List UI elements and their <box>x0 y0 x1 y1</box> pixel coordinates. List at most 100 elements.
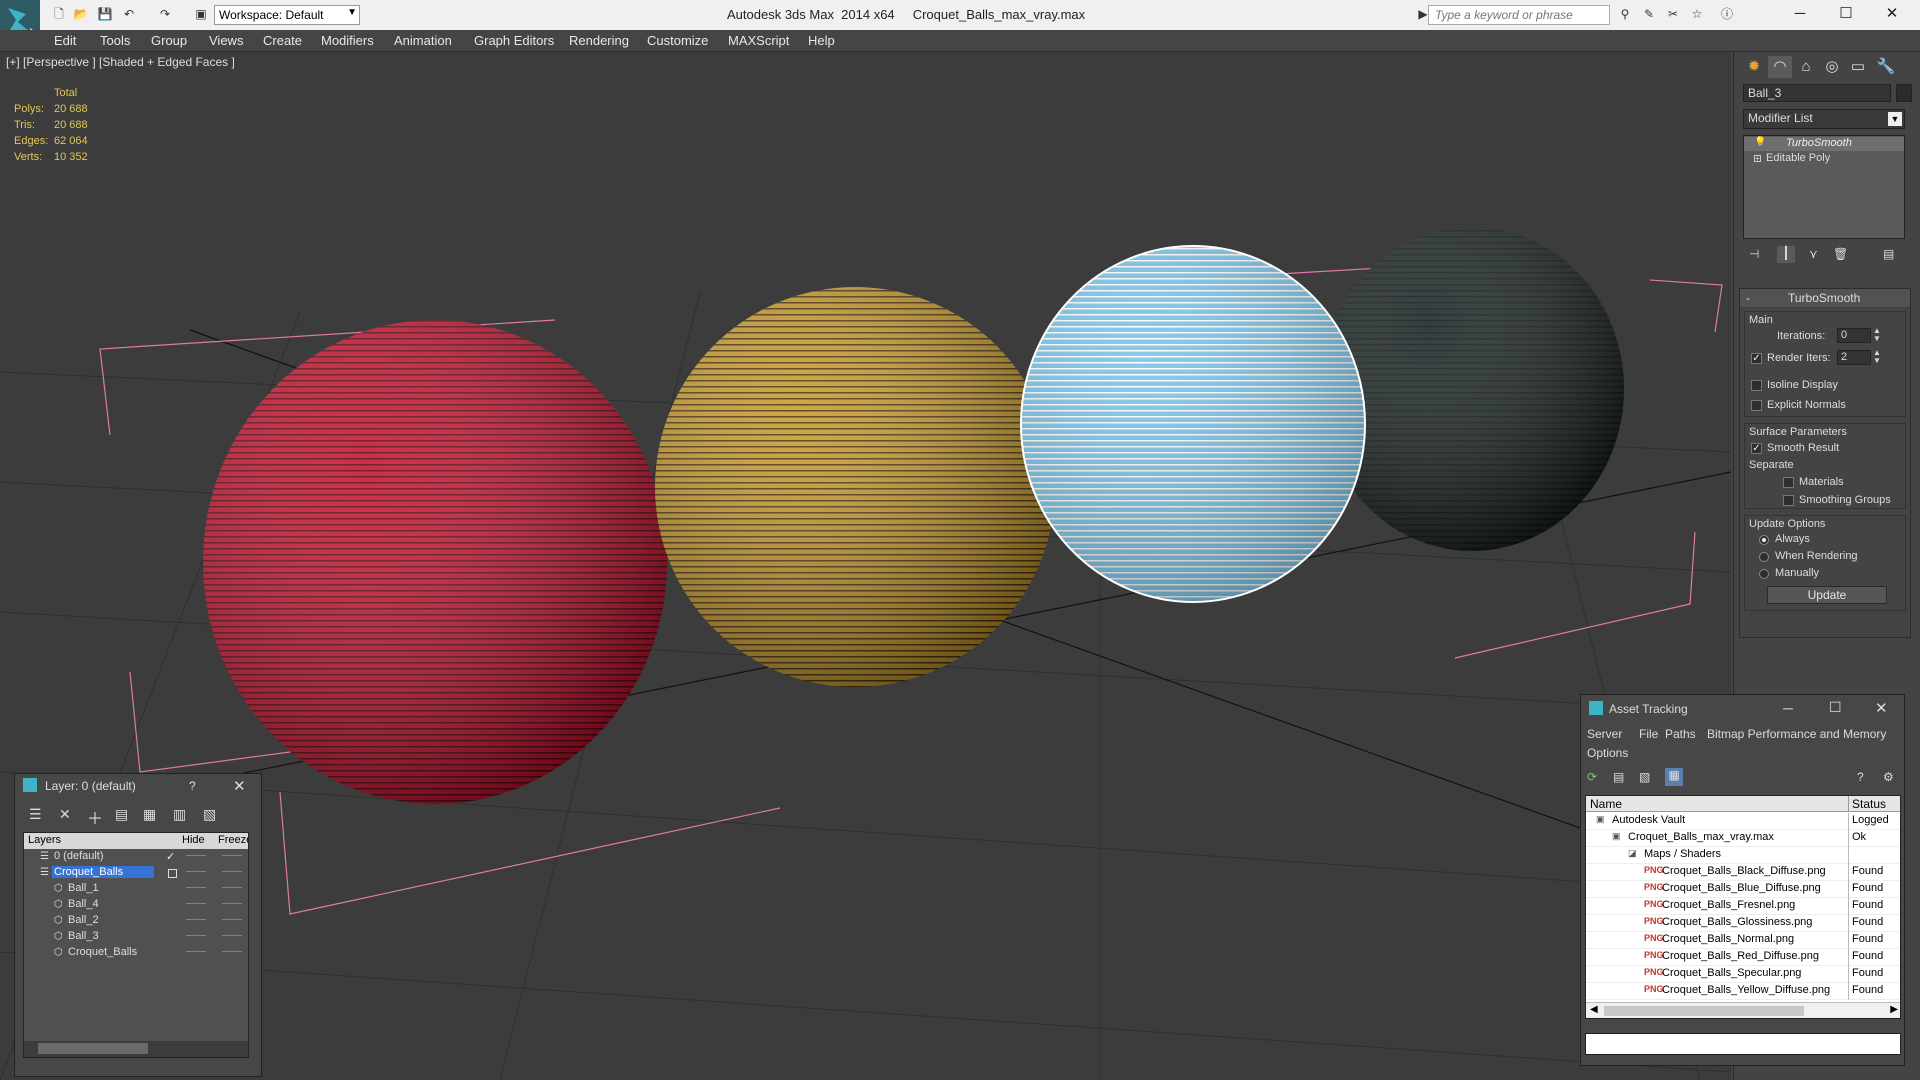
asset-row[interactable]: ▣ Autodesk Vault Logged <box>1586 813 1900 830</box>
col-status[interactable]: Status <box>1852 797 1886 811</box>
freeze-toggle[interactable]: —— <box>222 898 242 909</box>
asset-row[interactable]: PNG Croquet_Balls_Black_Diffuse.png Found <box>1586 864 1900 881</box>
menu-create[interactable]: Create <box>263 33 302 48</box>
layer-row[interactable]: ⬡ Ball_2 —— —— <box>24 914 248 930</box>
hide-toggle[interactable]: —— <box>186 946 206 957</box>
isoline-display-checkbox[interactable] <box>1751 380 1762 391</box>
hierarchy-tab-icon[interactable]: ⌂ <box>1794 56 1818 78</box>
layer-row[interactable]: ⬡ Ball_3 —— —— <box>24 930 248 946</box>
object-color-swatch[interactable] <box>1896 84 1912 102</box>
undo-icon[interactable]: ↶ <box>120 6 138 22</box>
hide-toggle[interactable]: —— <box>186 850 206 861</box>
freeze-toggle[interactable]: —— <box>222 866 242 877</box>
asset-path-field[interactable] <box>1585 1033 1901 1055</box>
materials-checkbox[interactable] <box>1783 477 1794 488</box>
layer-window-titlebar[interactable]: Layer: 0 (default) ? ✕ <box>15 774 261 798</box>
maximize-icon[interactable]: ☐ <box>1829 699 1842 716</box>
menu-customize[interactable]: Customize <box>647 33 708 48</box>
remove-modifier-icon[interactable]: 🗑 <box>1833 247 1848 261</box>
motion-tab-icon[interactable]: ◎ <box>1820 56 1844 78</box>
make-unique-icon[interactable]: ⋎ <box>1809 247 1818 261</box>
thumbnail-icon[interactable]: ▧ <box>1639 770 1650 784</box>
perspective-viewport[interactable]: [+] [Perspective ] [Shaded + Edged Faces… <box>0 52 1731 1080</box>
help-icon[interactable]: ⓘ <box>1718 6 1736 22</box>
asset-row[interactable]: PNG Croquet_Balls_Glossiness.png Found <box>1586 915 1900 932</box>
menu-file[interactable]: File <box>1639 727 1658 741</box>
hide-toggle[interactable]: —— <box>186 866 206 877</box>
subscription-icon[interactable]: ✎ <box>1640 6 1658 22</box>
freeze-toggle[interactable]: —— <box>222 850 242 861</box>
close-icon[interactable]: ✕ <box>1875 699 1888 717</box>
object-name-field[interactable]: Ball_3 <box>1743 84 1891 102</box>
layer-row[interactable]: ☰ 0 (default) —— —— ✓ <box>24 850 248 866</box>
freeze-all-icon[interactable]: ▧ <box>203 806 216 823</box>
freeze-toggle[interactable]: —— <box>222 946 242 957</box>
minimize-icon[interactable]: ─ <box>1778 2 1822 26</box>
configure-sets-icon[interactable]: ▤ <box>1883 247 1894 261</box>
stack-item-editable-poly[interactable]: + Editable Poly <box>1744 152 1904 166</box>
layer-scrollbar[interactable] <box>24 1041 248 1057</box>
asset-row[interactable]: PNG Croquet_Balls_Normal.png Found <box>1586 932 1900 949</box>
new-file-icon[interactable]: 🗋 <box>50 6 68 22</box>
expand-plus-icon[interactable]: + <box>1754 155 1761 163</box>
display-tab-icon[interactable]: ▭ <box>1846 56 1870 78</box>
favorites-star-icon[interactable]: ☆ <box>1688 6 1706 22</box>
menu-server[interactable]: Server <box>1587 727 1622 741</box>
utilities-tab-icon[interactable]: 🔧 <box>1874 56 1898 78</box>
always-radio[interactable] <box>1759 535 1769 545</box>
ball-red[interactable] <box>203 320 667 804</box>
freeze-toggle[interactable]: —— <box>222 930 242 941</box>
close-icon[interactable]: ✕ <box>1870 2 1914 26</box>
iterations-spinner[interactable]: 0 <box>1837 328 1871 343</box>
help-icon[interactable]: ? <box>189 779 196 793</box>
menu-group[interactable]: Group <box>151 33 187 48</box>
asset-row[interactable]: PNG Croquet_Balls_Yellow_Diffuse.png Found <box>1586 983 1900 1000</box>
render-iters-spinner[interactable]: 2 <box>1837 350 1871 365</box>
layer-row[interactable]: ⬡ Ball_1 —— —— <box>24 882 248 898</box>
search-input[interactable]: Type a keyword or phrase <box>1428 5 1610 25</box>
redo-icon[interactable]: ↷ <box>156 6 174 22</box>
manually-radio[interactable] <box>1759 569 1769 579</box>
spinner-arrows-icon[interactable]: ▲ ▼ <box>1873 349 1881 365</box>
help-icon[interactable]: ? <box>1857 770 1864 784</box>
communication-icon[interactable]: ✂ <box>1664 6 1682 22</box>
asset-row[interactable]: PNG Croquet_Balls_Specular.png Found <box>1586 966 1900 983</box>
asset-row[interactable]: ◪ Maps / Shaders <box>1586 847 1900 864</box>
menu-animation[interactable]: Animation <box>394 33 452 48</box>
modifier-list-dropdown[interactable]: Modifier List ▼ <box>1743 109 1905 129</box>
rollout-header[interactable]: - TurboSmooth <box>1740 289 1910 307</box>
menu-rendering[interactable]: Rendering <box>569 33 629 48</box>
close-icon[interactable]: ✕ <box>233 777 246 795</box>
minimize-icon[interactable]: ─ <box>1783 700 1793 716</box>
asset-scrollbar[interactable]: ◀ ▶ <box>1586 1002 1900 1018</box>
render-iters-checkbox[interactable]: ✓ <box>1751 353 1762 364</box>
freeze-toggle[interactable]: —— <box>222 914 242 925</box>
menu-paths[interactable]: Paths <box>1665 727 1696 741</box>
update-button[interactable]: Update <box>1767 586 1887 604</box>
select-objects-icon[interactable]: ▤ <box>115 806 128 823</box>
hide-toggle[interactable]: —— <box>186 930 206 941</box>
viewport-label[interactable]: [+] [Perspective ] [Shaded + Edged Faces… <box>6 55 235 69</box>
current-layer-check-icon[interactable]: ✓ <box>166 850 175 863</box>
settings-icon[interactable]: ⚙ <box>1883 770 1894 784</box>
binoculars-icon[interactable]: ⚲ <box>1616 6 1634 22</box>
explicit-normals-checkbox[interactable] <box>1751 400 1762 411</box>
delete-layer-icon[interactable]: ✕ <box>59 806 71 823</box>
layer-row[interactable]: ☰ Croquet_Balls —— —— <box>24 866 248 882</box>
col-hide[interactable]: Hide <box>182 834 205 846</box>
create-layer-icon[interactable]: ☰ <box>29 806 42 823</box>
layer-row[interactable]: ⬡ Ball_4 —— —— <box>24 898 248 914</box>
show-end-result-icon[interactable]: ┃ <box>1777 246 1795 263</box>
table-view-icon[interactable]: ▦ <box>1665 768 1683 786</box>
hide-toggle[interactable]: —— <box>186 898 206 909</box>
menu-help[interactable]: Help <box>808 33 835 48</box>
asset-row[interactable]: PNG Croquet_Balls_Blue_Diffuse.png Found <box>1586 881 1900 898</box>
asset-row[interactable]: PNG Croquet_Balls_Fresnel.png Found <box>1586 898 1900 915</box>
highlight-layer-icon[interactable]: ▦ <box>143 806 156 823</box>
layer-row[interactable]: ⬡ Croquet_Balls —— —— <box>24 946 248 962</box>
ball-blue-selected[interactable] <box>1020 245 1366 603</box>
save-file-icon[interactable]: 💾 <box>96 6 114 22</box>
open-file-icon[interactable]: 📂 <box>72 6 90 22</box>
asset-window-titlebar[interactable]: Asset Tracking ─ ☐ ✕ <box>1581 695 1904 723</box>
maximize-icon[interactable]: ☐ <box>1824 2 1868 26</box>
